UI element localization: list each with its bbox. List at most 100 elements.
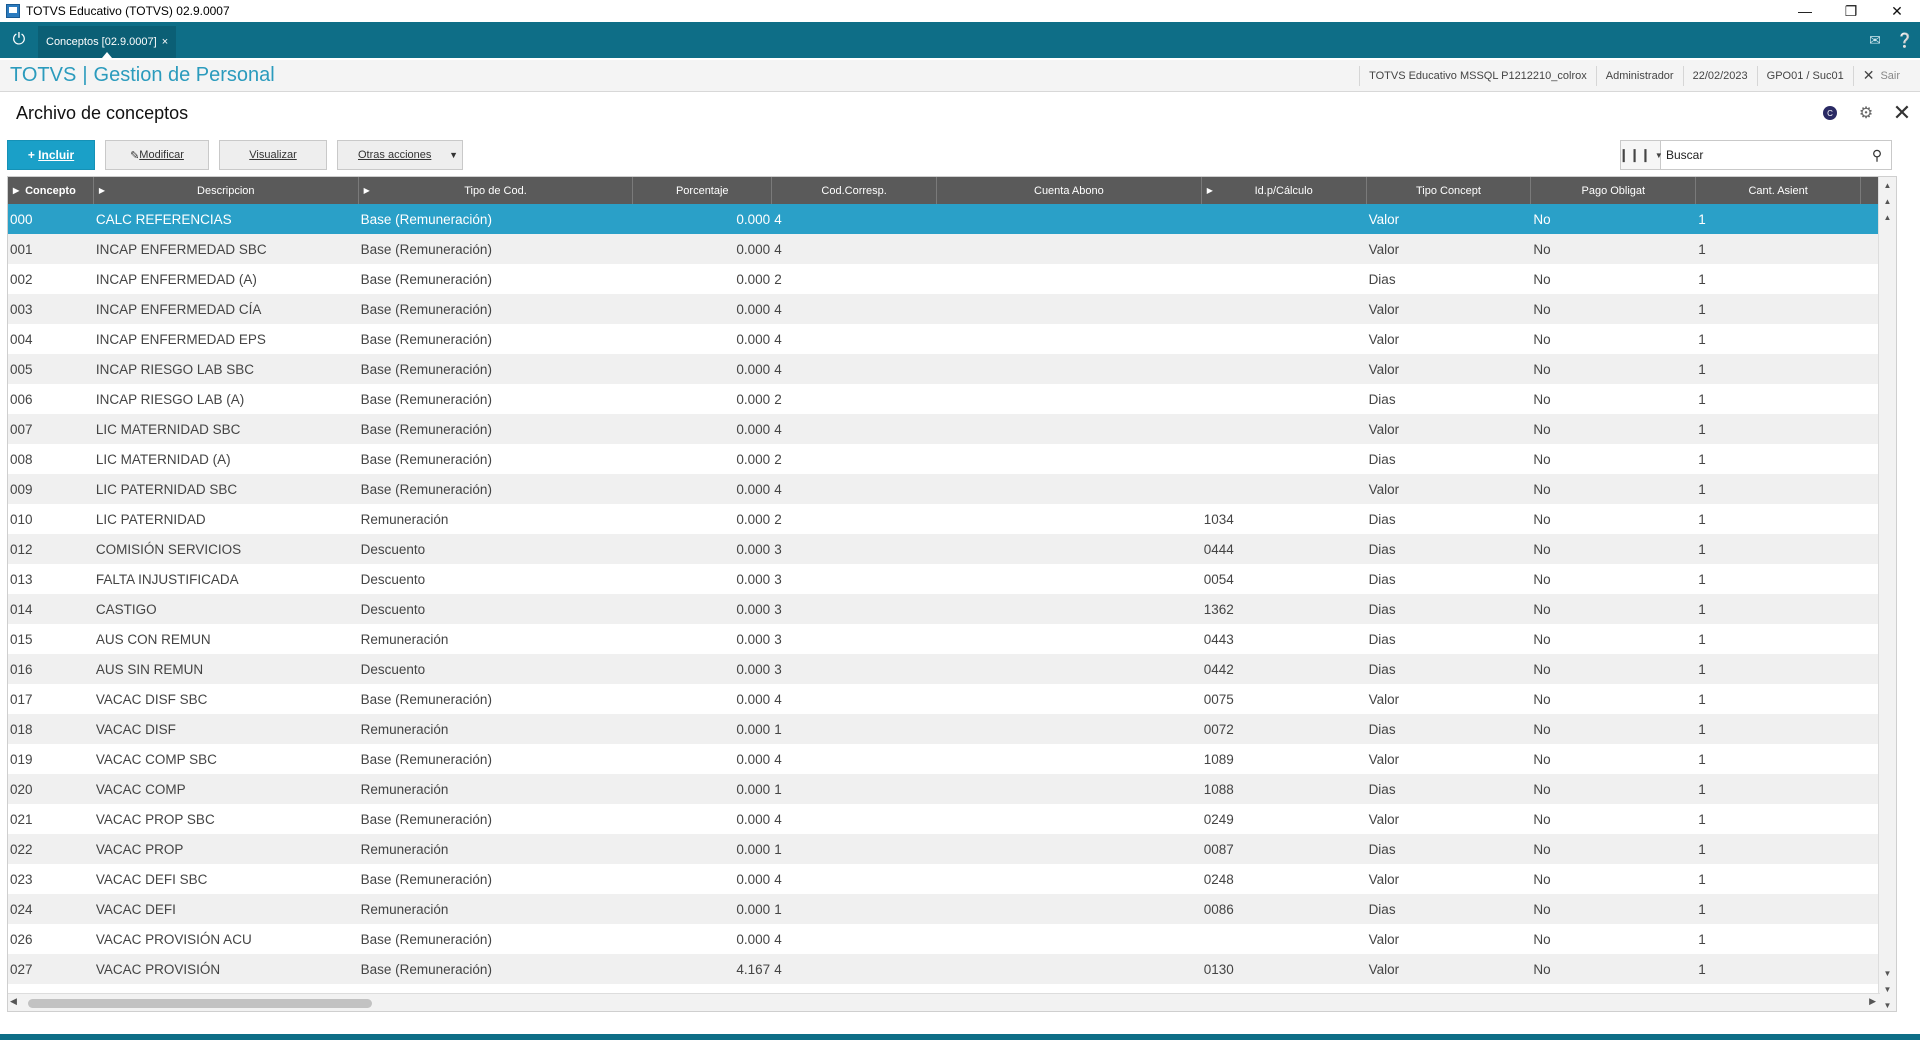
table-row[interactable]: 017 VACAC DISF SBC Base (Remuneración) 0.00… [8,684,1896,714]
table-cell: Valor [1368,481,1400,497]
modify-button[interactable]: ✎ Modificar [105,140,209,170]
table-row[interactable]: 022 VACAC PROP Remuneración 0.000 1 0087 Dias N… [8,834,1896,864]
table-row[interactable]: 021 VACAC PROP SBC Base (Remuneración) 0.00… [8,804,1896,834]
column-header-5[interactable]: Cuenta Abono [937,177,1202,204]
table-row[interactable]: 010 LIC PATERNIDAD Remuneración 0.000 2 1034 D… [8,504,1896,534]
tab-close-icon[interactable]: × [162,36,168,48]
table-cell: 005 [10,361,33,377]
table-row[interactable]: 001 INCAP ENFERMEDAD SBC Base (Remuneració… [8,234,1896,264]
table-cell: LIC MATERNIDAD SBC [95,421,241,437]
gear-icon[interactable]: ⚙ [1848,92,1884,134]
table-row[interactable]: 002 INCAP ENFERMEDAD (A) Base (Remuneració… [8,264,1896,294]
scroll-top-icon[interactable]: ▲ [1879,177,1896,193]
search-icon[interactable]: ⚲ [1863,141,1891,169]
power-icon[interactable]: ⏻ [0,22,38,58]
table-row[interactable]: 026 VACAC PROVISIÓN ACU Base (Remuneración… [8,924,1896,954]
scroll-right-icon[interactable]: ▶ [1869,996,1876,1007]
table-row[interactable]: 024 VACAC DEFI Remuneración 0.000 1 0086 Dias N… [8,894,1896,924]
column-header-0[interactable]: ▶ Concepto [8,177,94,204]
horizontal-scroll-thumb[interactable] [28,999,372,1008]
table-row[interactable]: 020 VACAC COMP Remuneración 0.000 1 1088 Dias N… [8,774,1896,804]
column-header-8[interactable]: Pago Obligat [1531,177,1697,204]
column-header-1[interactable]: ▶ Descripcion [94,177,359,204]
scroll-bottom-icon[interactable]: ▼ [1879,997,1896,1011]
table-row[interactable]: 005 INCAP RIESGO LAB SBC Base (Remuneració… [8,354,1896,384]
table-row[interactable]: 019 VACAC COMP SBC Base (Remuneración) 0.00… [8,744,1896,774]
brand-title: TOTVS | Gestion de Personal [10,64,275,87]
table-row[interactable]: 016 AUS SIN REMUN Descuento 0.000 3 0442 Dias N… [8,654,1896,684]
table-cell: No [1533,391,1551,407]
horizontal-scrollbar[interactable]: ◀ ▶ [8,993,1880,1011]
theme-dot-icon[interactable]: C [1812,92,1848,134]
close-icon[interactable]: ✕ [1884,92,1920,134]
more-actions-button[interactable]: Otras acciones ▼ [337,140,463,170]
table-cell: Valor [1368,691,1400,707]
minimize-icon[interactable]: — [1782,0,1828,22]
table-row[interactable]: 013 FALTA INJUSTIFICADA Descuento 0.000 3 005… [8,564,1896,594]
table-cell: Base (Remuneración) [360,361,492,377]
table-row[interactable]: 004 INCAP ENFERMEDAD EPS Base (Remuneració… [8,324,1896,354]
modify-label: Modificar [139,149,184,161]
grid-body[interactable]: 000 CALC REFERENCIAS Base (Remuneración) 0.… [8,204,1896,988]
table-cell: INCAP ENFERMEDAD CÍA [95,301,262,317]
table-cell [1202,294,1367,324]
table-cell: Remuneración [360,901,449,917]
scroll-up-icon[interactable]: ▲ [1879,193,1896,209]
view-button[interactable]: Visualizar [219,140,327,170]
column-header-6[interactable]: ▶ Id.p/Cálculo [1202,177,1367,204]
search-input[interactable] [1661,141,1863,169]
column-header-4[interactable]: Cod.Corresp. [772,177,938,204]
column-header-7[interactable]: Tipo Concept [1367,177,1532,204]
mail-icon[interactable]: ✉ [1860,22,1890,58]
table-row[interactable]: 012 COMISIÓN SERVICIOS Descuento 0.000 3 0444… [8,534,1896,564]
table-cell: Valor [1368,931,1400,947]
table-cell: Valor [1368,421,1400,437]
table-cell: LIC MATERNIDAD (A) [95,451,231,467]
session-branch[interactable]: GPO01 / Suc01 [1756,65,1853,86]
logout-button[interactable]: ✕ Sair [1852,65,1920,86]
table-cell: 1 [1698,631,1706,647]
table-cell: No [1533,511,1551,527]
column-header-9[interactable]: Cant. Asient [1696,177,1862,204]
table-cell [937,414,1202,444]
restore-icon[interactable]: ❐ [1828,0,1874,22]
table-cell: 1 [774,721,782,737]
columns-icon[interactable]: ❙❙❙ ▼ [1618,141,1663,169]
table-row[interactable]: 009 LIC PATERNIDAD SBC Base (Remuneración)… [8,474,1896,504]
table-cell: 0.000 [736,781,771,797]
tab-bar: ⏻ Conceptos [02.9.0007] × ✉ ❔ [0,22,1920,58]
window-close-icon[interactable]: ✕ [1874,0,1920,22]
table-row[interactable]: 007 LIC MATERNIDAD SBC Base (Remuneración)… [8,414,1896,444]
table-cell: No [1533,541,1551,557]
table-cell: CASTIGO [95,601,157,617]
table-row[interactable]: 003 INCAP ENFERMEDAD CÍA Base (Remuneració… [8,294,1896,324]
table-cell: 004 [10,331,33,347]
column-header-3[interactable]: Porcentaje [633,177,773,204]
include-button[interactable]: + Incluir [7,140,95,170]
scroll-page-down-icon[interactable]: ▼ [1879,965,1896,981]
table-cell [937,654,1202,684]
scroll-left-icon[interactable]: ◀ [10,996,17,1007]
scroll-page-up-icon[interactable]: ▲ [1879,209,1896,225]
scroll-down-icon[interactable]: ▼ [1879,981,1896,997]
table-cell: 013 [10,571,33,587]
table-row[interactable]: 008 LIC MATERNIDAD (A) Base (Remuneración)… [8,444,1896,474]
table-cell: Descuento [360,661,426,677]
table-row[interactable]: 023 VACAC DEFI SBC Base (Remuneración) 0.00… [8,864,1896,894]
table-cell: COMISIÓN SERVICIOS [95,541,242,557]
table-row[interactable]: 014 CASTIGO Descuento 0.000 3 1362 Dias No 1 [8,594,1896,624]
table-cell: 1 [1698,931,1706,947]
column-header-2[interactable]: ▶ Tipo de Cod. [359,177,634,204]
column-header-label: Pago Obligat [1581,184,1646,197]
table-row[interactable]: 000 CALC REFERENCIAS Base (Remuneración) 0.… [8,204,1896,234]
table-row[interactable]: 018 VACAC DISF Remuneración 0.000 1 0072 Dias N… [8,714,1896,744]
table-cell: 0.000 [736,511,771,527]
table-row[interactable]: 006 INCAP RIESGO LAB (A) Base (Remuneració… [8,384,1896,414]
tab-conceptos[interactable]: Conceptos [02.9.0007] × [38,26,177,58]
vertical-scrollbar[interactable]: ▲ ▲ ▲ ▼ ▼ ▼ [1878,177,1896,1011]
table-cell: 1 [1698,511,1706,527]
table-cell: 023 [10,871,33,887]
table-row[interactable]: 027 VACAC PROVISIÓN Base (Remuneración) 4.1… [8,954,1896,984]
help-icon[interactable]: ❔ [1890,22,1920,58]
table-row[interactable]: 015 AUS CON REMUN Remuneración 0.000 3 0443 Di… [8,624,1896,654]
